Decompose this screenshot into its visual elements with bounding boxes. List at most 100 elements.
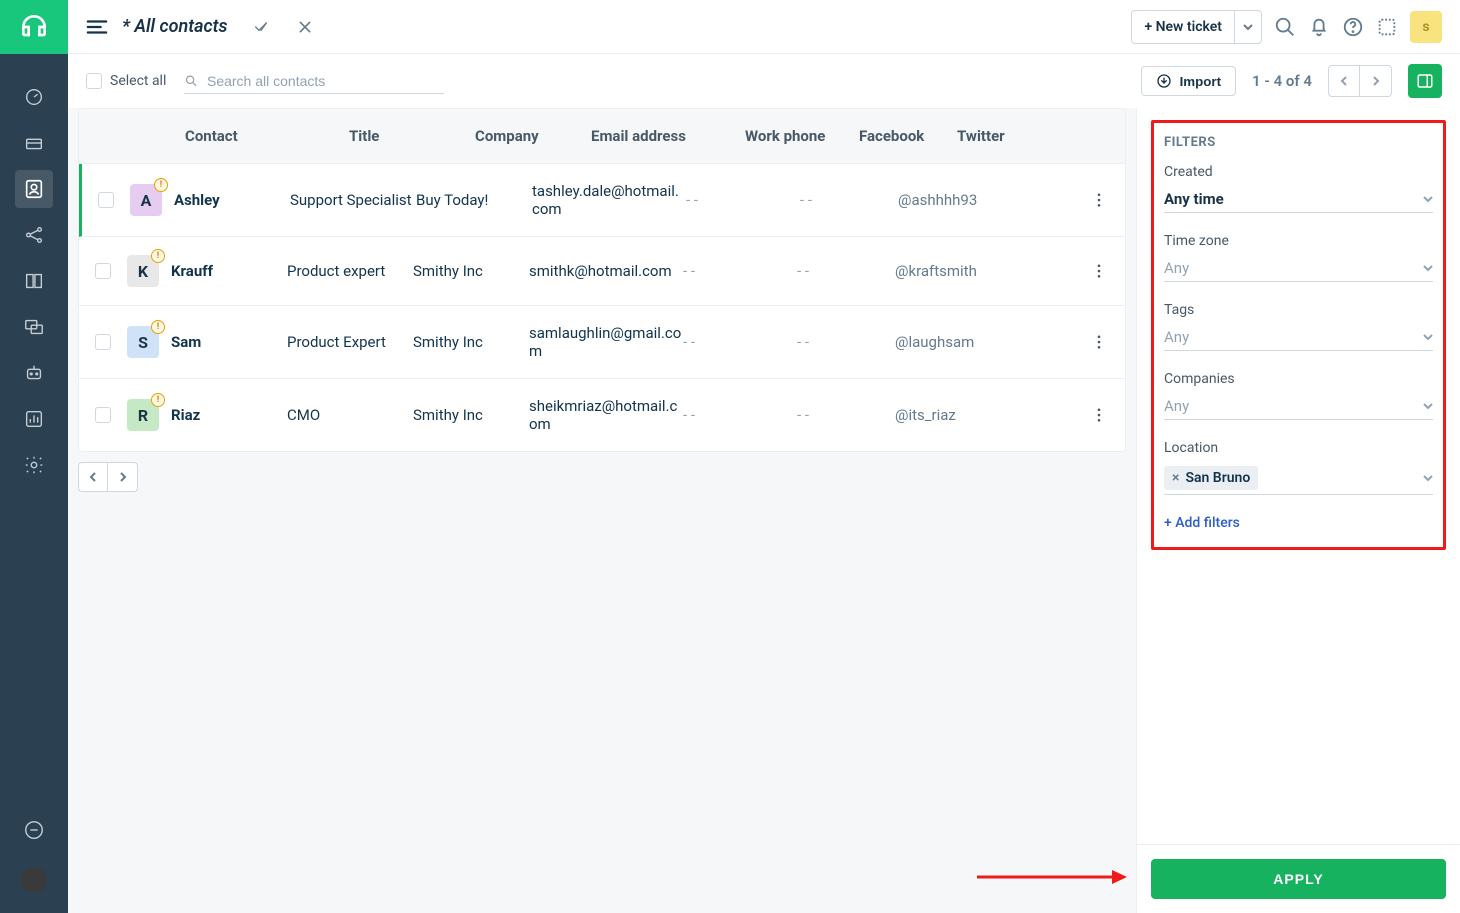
nav-tickets[interactable] — [15, 124, 53, 162]
nav-solutions[interactable] — [15, 262, 53, 300]
row-checkbox[interactable] — [98, 192, 114, 208]
contact-title: Support Specialist — [290, 191, 416, 209]
select-all-checkbox[interactable]: Select all — [86, 73, 166, 89]
col-work-phone: Work phone — [745, 127, 859, 145]
table-row[interactable]: K! Krauff Product expert Smithy Inc smit… — [79, 237, 1125, 306]
page-title: * All contacts — [122, 16, 227, 37]
menu-icon[interactable] — [86, 16, 108, 38]
contact-avatar: S! — [127, 326, 159, 358]
filter-companies-select[interactable]: Any — [1164, 393, 1433, 420]
pager-next[interactable] — [1360, 65, 1392, 97]
contact-facebook: - - — [797, 406, 895, 424]
contact-facebook: - - — [797, 333, 895, 351]
location-chip[interactable]: ×San Bruno — [1164, 466, 1258, 490]
warning-badge-icon: ! — [151, 320, 165, 334]
nav-dashboard[interactable] — [15, 78, 53, 116]
user-avatar[interactable]: s — [1410, 11, 1442, 43]
contact-title: CMO — [287, 406, 413, 424]
contact-avatar: A! — [130, 184, 162, 216]
contact-company: Smithy Inc — [413, 262, 529, 280]
col-contact: Contact — [185, 127, 349, 145]
page-count: 1 - 4 of 4 — [1252, 72, 1312, 90]
row-more-icon[interactable] — [1089, 332, 1109, 352]
filters-title: FILTERS — [1164, 135, 1433, 150]
pager — [1328, 65, 1392, 97]
contact-name: Ashley — [174, 191, 290, 209]
below-pager-prev[interactable] — [78, 462, 108, 492]
filter-location-select[interactable]: ×San Bruno — [1164, 462, 1433, 495]
filter-companies-label: Companies — [1164, 371, 1433, 387]
nav-forums[interactable] — [15, 308, 53, 346]
contact-name: Sam — [171, 333, 287, 351]
nav-social[interactable] — [15, 216, 53, 254]
filter-created-label: Created — [1164, 164, 1433, 180]
row-checkbox[interactable] — [95, 407, 111, 423]
chevron-down-icon[interactable] — [1235, 22, 1261, 32]
row-more-icon[interactable] — [1089, 405, 1109, 425]
import-button[interactable]: Import — [1141, 66, 1236, 96]
bell-icon[interactable] — [1308, 16, 1330, 38]
topbar: * All contacts + New ticket s — [68, 0, 1460, 54]
nav-contacts[interactable] — [15, 170, 53, 208]
table-row[interactable]: R! Riaz CMO Smithy Inc sheikmriaz@hotmai… — [79, 379, 1125, 451]
row-checkbox[interactable] — [95, 334, 111, 350]
contact-title: Product expert — [287, 262, 413, 280]
list-toolbar: Select all Import 1 - 4 of 4 — [68, 54, 1460, 108]
filter-highlight: FILTERS Created Any time Time zone Any — [1151, 120, 1446, 550]
add-filters-link[interactable]: + Add filters — [1164, 515, 1433, 531]
nav-presence-avatar[interactable] — [21, 867, 47, 893]
new-ticket-button[interactable]: + New ticket — [1131, 10, 1262, 44]
filter-created-select[interactable]: Any time — [1164, 186, 1433, 213]
contact-avatar: K! — [127, 255, 159, 287]
content: Contact Title Company Email address Work… — [68, 108, 1460, 913]
edit-view-icon[interactable] — [251, 17, 271, 37]
search-icon[interactable] — [1274, 16, 1296, 38]
contact-name: Krauff — [171, 262, 287, 280]
filter-timezone-select[interactable]: Any — [1164, 255, 1433, 282]
apply-button[interactable]: APPLY — [1151, 859, 1446, 899]
warning-badge-icon: ! — [154, 178, 168, 192]
contact-company: Smithy Inc — [413, 406, 529, 424]
contact-facebook: - - — [800, 191, 898, 209]
contact-twitter: @kraftsmith — [895, 262, 1005, 280]
contact-work-phone: - - — [683, 333, 797, 351]
contact-email: samlaughlin@gmail.com — [529, 324, 683, 360]
contact-name: Riaz — [171, 406, 287, 424]
contact-company: Buy Today! — [416, 191, 532, 209]
close-view-icon[interactable] — [295, 17, 315, 37]
nav-admin[interactable] — [15, 446, 53, 484]
col-facebook: Facebook — [859, 127, 957, 145]
filter-tags-select[interactable]: Any — [1164, 324, 1433, 351]
below-pager-next[interactable] — [108, 462, 138, 492]
search-contacts[interactable] — [184, 69, 444, 94]
filter-footer: APPLY — [1137, 844, 1460, 913]
app-logo[interactable] — [0, 0, 68, 54]
col-twitter: Twitter — [957, 127, 1067, 145]
row-more-icon[interactable] — [1089, 190, 1109, 210]
contact-work-phone: - - — [683, 262, 797, 280]
row-checkbox[interactable] — [95, 263, 111, 279]
row-more-icon[interactable] — [1089, 261, 1109, 281]
main-area: * All contacts + New ticket s Select all — [68, 0, 1460, 913]
search-input[interactable] — [207, 73, 444, 89]
filter-toggle[interactable] — [1408, 64, 1442, 98]
table-row[interactable]: S! Sam Product Expert Smithy Inc samlaug… — [79, 306, 1125, 379]
pager-prev[interactable] — [1328, 65, 1360, 97]
contact-twitter: @its_riaz — [895, 406, 1005, 424]
nav-analytics[interactable] — [15, 400, 53, 438]
nav-bots[interactable] — [15, 354, 53, 392]
help-icon[interactable] — [1342, 16, 1364, 38]
filter-panel: FILTERS Created Any time Time zone Any — [1136, 108, 1460, 913]
below-pager — [78, 462, 1126, 492]
col-company: Company — [475, 127, 591, 145]
chip-remove-icon[interactable]: × — [1172, 471, 1179, 485]
warning-badge-icon: ! — [151, 249, 165, 263]
apps-icon[interactable] — [1376, 16, 1398, 38]
contact-company: Smithy Inc — [413, 333, 529, 351]
table-row[interactable]: A! Ashley Support Specialist Buy Today! … — [79, 164, 1125, 237]
nav-chat-icon[interactable] — [15, 811, 53, 849]
side-bottom — [15, 811, 53, 913]
contact-facebook: - - — [797, 262, 895, 280]
contact-title: Product Expert — [287, 333, 413, 351]
contact-twitter: @ashhhh93 — [898, 191, 1008, 209]
